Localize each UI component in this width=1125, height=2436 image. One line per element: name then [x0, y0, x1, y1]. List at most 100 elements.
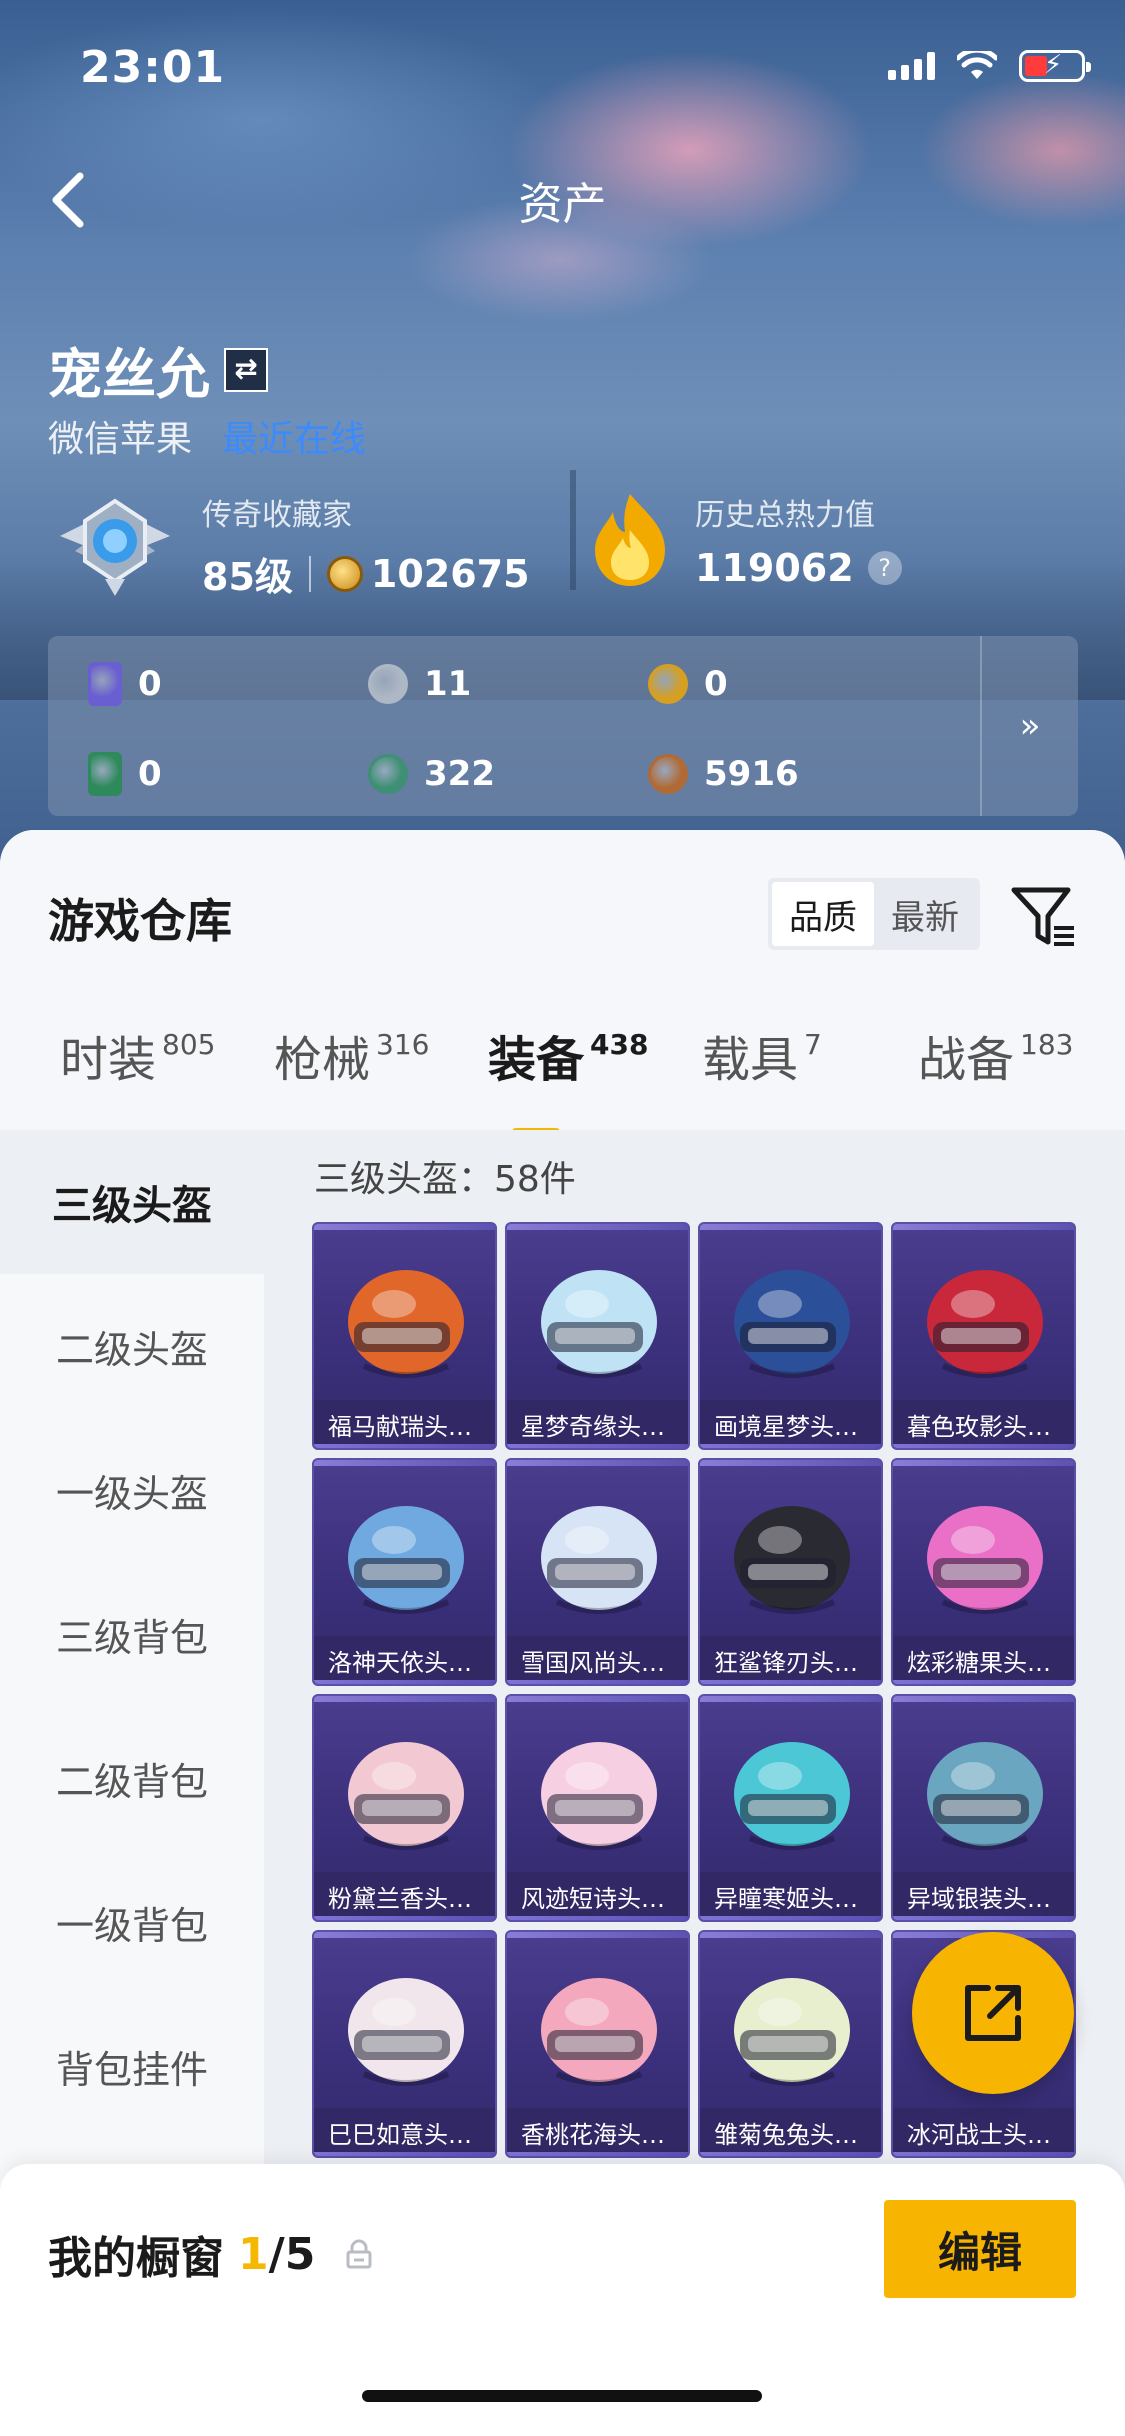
- warehouse-title: 游戏仓库: [48, 894, 232, 948]
- item-card[interactable]: 洛神天依头…: [312, 1458, 497, 1686]
- tab-supplies[interactable]: 战备 183: [918, 1020, 1073, 1090]
- category-item[interactable]: 三级背包: [0, 1562, 264, 1706]
- silver-coin-icon: [368, 664, 408, 704]
- tab-bar: 时装 805 枪械 316 装备 438 载具 7 战备 183: [0, 1020, 1125, 1136]
- category-item[interactable]: 一级头盔: [0, 1418, 264, 1562]
- currency-value: 0: [138, 664, 162, 704]
- rank-badge-icon: [60, 498, 170, 596]
- item-name: 异瞳寒姬头…: [700, 1872, 881, 1920]
- currency-item: 0: [88, 658, 368, 710]
- card-top-stripe: [700, 1932, 881, 1938]
- card-top-stripe: [700, 1696, 881, 1702]
- helmet-icon: [927, 1506, 1043, 1614]
- item-name: 冰河战士头…: [893, 2108, 1074, 2156]
- heat-value[interactable]: 历史总热力值 119062 ?: [585, 490, 902, 590]
- green-card-icon: [88, 752, 122, 796]
- item-card[interactable]: 暮色玫影头…: [891, 1222, 1076, 1450]
- helmet-icon: [541, 1978, 657, 2086]
- card-top-stripe: [314, 1932, 495, 1938]
- edit-button[interactable]: 编辑: [884, 2200, 1076, 2298]
- showcase-title: 我的橱窗: [48, 2233, 224, 2284]
- item-card[interactable]: 雏菊兔兔头…: [698, 1930, 883, 2158]
- helmet-icon: [541, 1742, 657, 1850]
- showcase-label: 我的橱窗 1 /5: [48, 2222, 373, 2286]
- item-card[interactable]: 炫彩糖果头…: [891, 1458, 1076, 1686]
- username: 宠丝允 ⇄: [48, 330, 268, 409]
- item-card[interactable]: 香桃花海头…: [505, 1930, 690, 2158]
- currency-panel: 0 11 0 0 322 5916 »: [48, 636, 1078, 816]
- card-top-stripe: [700, 1224, 881, 1230]
- status-time: 23:01: [80, 42, 226, 93]
- item-card[interactable]: 异域银装头…: [891, 1694, 1076, 1922]
- item-name: 异域银装头…: [893, 1872, 1074, 1920]
- item-card[interactable]: 异瞳寒姬头…: [698, 1694, 883, 1922]
- bronze-coin-icon: [648, 754, 688, 794]
- home-indicator[interactable]: [362, 2390, 762, 2402]
- item-name: 星梦奇缘头…: [507, 1400, 688, 1448]
- platform-label: 微信苹果: [48, 419, 193, 460]
- flame-icon: [595, 494, 665, 586]
- category-item[interactable]: 二级背包: [0, 1706, 264, 1850]
- collector-rank[interactable]: 传奇收藏家 85级 102675: [50, 490, 530, 601]
- more-currencies-button[interactable]: »: [980, 636, 1078, 816]
- currency-item: 5916: [648, 748, 928, 800]
- helmet-icon: [927, 1270, 1043, 1378]
- item-card[interactable]: 狂鲨锋刃头…: [698, 1458, 883, 1686]
- helmet-icon: [348, 1978, 464, 2086]
- sort-newest-button[interactable]: 最新: [874, 882, 976, 946]
- currency-value: 322: [424, 754, 495, 794]
- item-name: 雪国风尚头…: [507, 1636, 688, 1684]
- item-card[interactable]: 画境星梦头…: [698, 1222, 883, 1450]
- item-name: 风迹短诗头…: [507, 1872, 688, 1920]
- item-name: 画境星梦头…: [700, 1400, 881, 1448]
- heat-title: 历史总热力值: [695, 498, 875, 533]
- item-card[interactable]: 福马献瑞头…: [312, 1222, 497, 1450]
- item-card[interactable]: 巳巳如意头…: [312, 1930, 497, 2158]
- item-name: 香桃花海头…: [507, 2108, 688, 2156]
- tower-silhouette: [570, 470, 576, 590]
- item-card[interactable]: 雪国风尚头…: [505, 1458, 690, 1686]
- item-name: 狂鲨锋刃头…: [700, 1636, 881, 1684]
- cellular-signal-icon: [888, 52, 935, 80]
- category-item[interactable]: 三级头盔: [0, 1130, 264, 1274]
- card-top-stripe: [893, 1460, 1074, 1466]
- filter-icon[interactable]: [1008, 880, 1078, 950]
- card-top-stripe: [507, 1460, 688, 1466]
- collector-level: 85级: [202, 555, 293, 599]
- switch-account-icon[interactable]: ⇄: [224, 347, 268, 392]
- showcase-current: 1: [238, 2228, 269, 2280]
- helmet-icon: [734, 1270, 850, 1378]
- sort-toggle: 品质 最新: [768, 878, 980, 950]
- card-top-stripe: [314, 1460, 495, 1466]
- card-top-stripe: [314, 1224, 495, 1230]
- green-orb-icon: [368, 754, 408, 794]
- item-name: 粉黛兰香头…: [314, 1872, 495, 1920]
- item-card[interactable]: 风迹短诗头…: [505, 1694, 690, 1922]
- tab-weapons[interactable]: 枪械 316: [274, 1020, 429, 1090]
- item-card[interactable]: 星梦奇缘头…: [505, 1222, 690, 1450]
- helmet-icon: [541, 1506, 657, 1614]
- currency-value: 0: [704, 664, 728, 704]
- helmet-icon: [348, 1742, 464, 1850]
- helmet-icon: [348, 1506, 464, 1614]
- category-item[interactable]: 背包挂件: [0, 1994, 264, 2138]
- card-top-stripe: [893, 1224, 1074, 1230]
- tab-vehicles[interactable]: 载具 7: [702, 1020, 822, 1090]
- tab-equipment[interactable]: 装备 438: [488, 1020, 648, 1090]
- tab-fashion[interactable]: 时装 805: [60, 1020, 215, 1090]
- heat-number: 119062: [695, 546, 854, 590]
- category-item[interactable]: 二级头盔: [0, 1274, 264, 1418]
- share-button[interactable]: [912, 1932, 1074, 2094]
- item-name: 巳巳如意头…: [314, 2108, 495, 2156]
- sort-quality-button[interactable]: 品质: [772, 882, 874, 946]
- gold-coin-icon: [326, 555, 363, 592]
- status-bar: 23:01 ⚡: [0, 0, 1125, 130]
- item-card[interactable]: 粉黛兰香头…: [312, 1694, 497, 1922]
- helmet-icon: [348, 1270, 464, 1378]
- card-top-stripe: [893, 1696, 1074, 1702]
- help-icon[interactable]: ?: [867, 551, 902, 585]
- wifi-icon: [957, 51, 997, 79]
- card-top-stripe: [507, 1932, 688, 1938]
- currency-value: 0: [138, 754, 162, 794]
- category-item[interactable]: 一级背包: [0, 1850, 264, 1994]
